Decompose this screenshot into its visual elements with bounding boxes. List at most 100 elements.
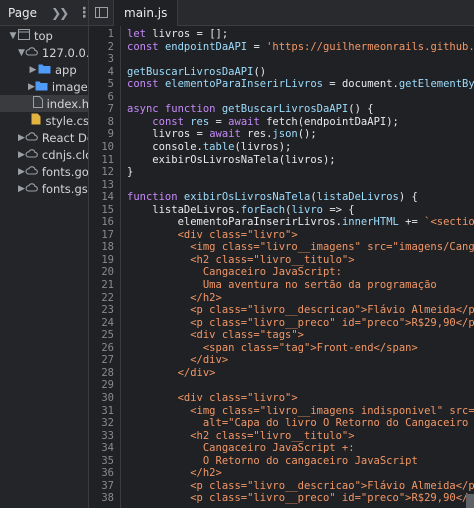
line-number: 36 <box>101 467 114 480</box>
line-number: 7 <box>107 103 114 116</box>
code-line[interactable]: const endpointDaAPI = 'https://guilherme… <box>127 41 474 54</box>
code-token: <p class="livro__descricao">Flávio Almei… <box>127 479 474 492</box>
code-line[interactable]: </h2> <box>127 467 222 480</box>
vertical-scrollbar[interactable] <box>466 494 474 508</box>
code-line[interactable]: <img class="livro__imagens" src="imagens… <box>127 241 474 254</box>
code-line[interactable]: </h2> <box>127 292 222 305</box>
code-token: livro <box>291 203 323 216</box>
code-line[interactable]: <span class="tag">Front-end</span> <box>127 342 418 355</box>
code-line[interactable]: <div class="tags"> <box>127 329 304 342</box>
code-token: (); <box>297 128 317 141</box>
tree-item[interactable]: ▼ top <box>0 27 88 44</box>
code-line[interactable]: <h2 class="livro__titulo"> <box>127 430 354 443</box>
more-tabs-icon[interactable]: ❯❯ <box>45 6 73 20</box>
code-token: Uma aventura no sertão da programação <box>127 279 437 291</box>
tree-item[interactable]: ▶ cdnjs.clou <box>0 146 88 163</box>
code-token: let <box>127 28 153 40</box>
code-token: table <box>202 140 235 153</box>
code-line[interactable]: <p class="livro__descricao">Flávio Almei… <box>127 480 474 493</box>
code-area[interactable]: let livros = []; const endpointDaAPI = 'h… <box>127 26 474 508</box>
code-line[interactable]: <p class="livro__descricao">Flávio Almei… <box>127 304 474 317</box>
sidebar-toggle-icon <box>94 7 108 18</box>
code-line[interactable]: getBuscarLivrosDaAPI() <box>127 66 266 79</box>
line-number: 16 <box>101 216 114 229</box>
code-line[interactable]: listaDeLivros.forEach(livro => { <box>127 203 354 217</box>
code-token: = <box>247 40 267 53</box>
code-line[interactable]: function exibirOsLivrosNaTela(listaDeLiv… <box>127 191 418 204</box>
css-file-icon <box>31 113 41 128</box>
tree-item[interactable]: ▶ imagen <box>0 78 88 95</box>
line-number: 29 <box>101 379 114 392</box>
cloud-icon <box>25 148 38 162</box>
tree-item-label: style.cs <box>45 113 89 128</box>
code-line[interactable]: let livros = []; <box>127 28 228 41</box>
code-line[interactable]: const elementoParaInserirLivros = docume… <box>127 78 474 91</box>
tree-item[interactable]: ▼ 127.0.0.1: <box>0 44 88 61</box>
code-line[interactable]: <p class="livro__preco" id="preco">R$29,… <box>127 317 474 330</box>
code-editor[interactable]: 1 2 3 4 5 6 7 8 9 10 11 12 13 14 15 16 17 18 19 20 21 22 23 24 2… <box>89 26 474 508</box>
folder-icon <box>35 80 48 94</box>
code-line[interactable]: Uma aventura no sertão da programação <box>127 279 437 292</box>
collapsed-arrow-icon[interactable]: ▶ <box>18 167 25 177</box>
tree-item[interactable]: ▶ fonts.goo <box>0 163 88 180</box>
code-token: () <box>253 65 267 78</box>
code-token: res. <box>247 128 273 141</box>
line-number: 12 <box>101 166 114 179</box>
tree-item[interactable]: ▶ app <box>0 61 88 78</box>
code-line[interactable]: </div> <box>127 367 216 380</box>
code-line[interactable]: console.table(livros); <box>127 141 291 154</box>
code-line[interactable]: O Retorno do cangaceiro JavaScript <box>127 455 418 468</box>
code-token: function <box>127 191 184 204</box>
tree-item-label: 127.0.0.1: <box>41 45 88 60</box>
code-token: listaDeLivros. <box>127 203 241 216</box>
code-token: Cangaceiro JavaScript: <box>127 266 342 279</box>
line-number: 15 <box>101 203 114 216</box>
expanded-arrow-icon[interactable]: ▼ <box>18 48 25 58</box>
code-line[interactable]: Cangaceiro JavaScript +: <box>127 442 355 455</box>
tab-main-js[interactable]: main.js <box>113 0 179 26</box>
code-line[interactable]: elementoParaInserirLivros.innerHTML += `… <box>127 216 474 229</box>
code-line[interactable]: alt="Capa do livro O Retorno do Cangacei… <box>127 417 474 430</box>
more-options-icon[interactable]: ⋮ <box>73 5 88 21</box>
code-line[interactable]: } <box>127 166 133 179</box>
code-line[interactable]: <div class="livro"> <box>127 229 298 242</box>
line-number: 1 <box>107 28 114 40</box>
code-token: forEach <box>240 203 286 216</box>
collapsed-arrow-icon[interactable]: ▶ <box>18 150 25 160</box>
line-number: 10 <box>101 140 114 153</box>
code-token: ) { <box>398 191 418 204</box>
cloud-icon <box>25 46 38 60</box>
tree-item[interactable]: style.cs <box>0 112 89 129</box>
code-line[interactable]: Cangaceiro JavaScript: <box>127 266 342 279</box>
code-line[interactable]: async function getBuscarLivrosDaAPI() { <box>127 103 374 116</box>
line-number: 9 <box>107 128 114 141</box>
tree-item[interactable]: ▶ React Dev <box>0 129 88 146</box>
code-line[interactable]: const res = await fetch(endpointDaAPI); <box>127 116 399 129</box>
code-token: fetch(endpointDaAPI); <box>266 115 399 128</box>
code-line[interactable]: exibirOsLivrosNaTela(livros); <box>127 154 335 167</box>
tree-item-label: imagen <box>51 79 88 94</box>
code-token: async function <box>127 103 222 116</box>
collapsed-arrow-icon[interactable]: ▶ <box>28 82 35 92</box>
code-token: </div> <box>127 366 216 379</box>
tab-page[interactable]: Page <box>0 0 45 26</box>
code-line[interactable]: livros = await res.json(); <box>127 128 317 141</box>
code-token: getBuscarLivrosDaAPI <box>221 103 349 116</box>
editor-tabbar: main.js <box>89 0 474 26</box>
tree-item[interactable]: ▶ fonts.gsta <box>0 180 88 197</box>
code-line[interactable]: <div class="livro"> <box>127 392 298 405</box>
line-number: 20 <box>101 266 114 279</box>
toggle-navigator-button[interactable] <box>89 0 113 26</box>
code-line[interactable]: </div> <box>127 354 228 367</box>
code-line[interactable]: <img class="livro__imagens indisponivel"… <box>127 405 474 418</box>
code-token: Cangaceiro JavaScript +: <box>127 442 355 455</box>
code-line[interactable]: <h2 class="livro__titulo"> <box>127 254 354 267</box>
line-number: 18 <box>101 241 114 254</box>
code-line[interactable]: <p class="livro__preco" id="preco">R$29,… <box>127 492 474 505</box>
collapsed-arrow-icon[interactable]: ▶ <box>18 184 25 194</box>
line-number: 37 <box>101 479 114 492</box>
collapsed-arrow-icon[interactable]: ▶ <box>28 65 38 75</box>
expanded-arrow-icon[interactable]: ▼ <box>8 31 18 41</box>
collapsed-arrow-icon[interactable]: ▶ <box>18 133 25 143</box>
tree-item[interactable]: index.h <box>0 95 88 112</box>
